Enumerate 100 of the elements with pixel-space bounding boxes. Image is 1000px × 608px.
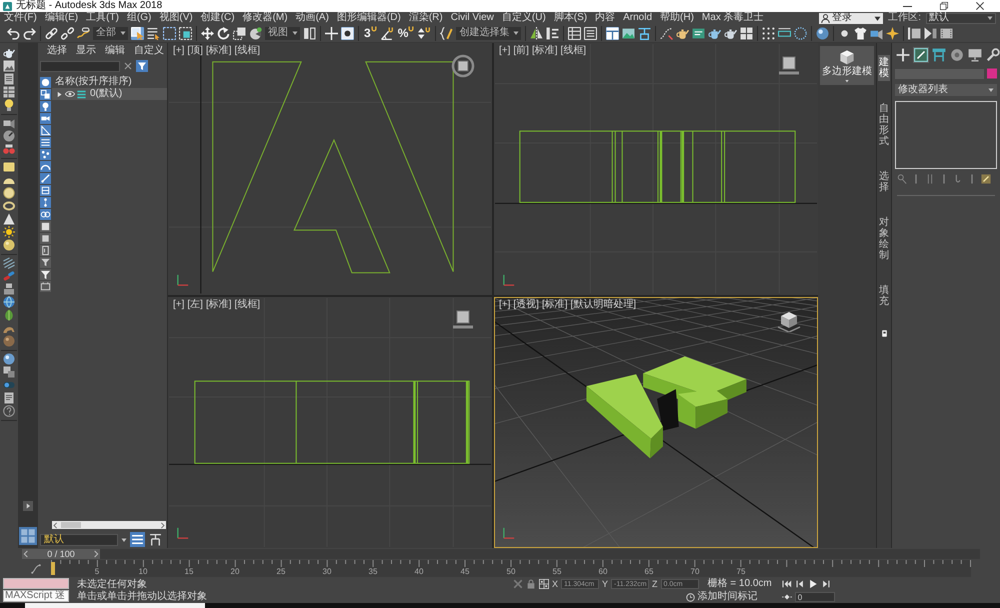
toggle-icon[interactable] (3, 379, 15, 391)
overlapping-squares-icon[interactable] (3, 366, 15, 378)
menu-item[interactable]: 脚本(S) (550, 12, 592, 24)
menu-item[interactable]: 工具(T) (82, 12, 123, 24)
viewport-menu[interactable]: [透视] (513, 298, 539, 310)
angle-icon[interactable] (380, 26, 394, 40)
viewport-menu[interactable]: [标准] (206, 298, 232, 310)
viewport-menu[interactable]: [+] (173, 298, 184, 310)
viewport-menu[interactable]: [左] (187, 298, 203, 310)
braces-pencil-icon[interactable] (440, 26, 454, 40)
teapot-icon[interactable] (676, 26, 690, 40)
list-icon[interactable] (584, 26, 598, 40)
menu-item[interactable]: 内容 (591, 12, 620, 24)
next-frame-icon[interactable] (820, 579, 831, 589)
sun-icon[interactable] (3, 226, 15, 238)
ribbon-tab[interactable]: 对象绘制 (878, 215, 890, 263)
dashed-square-icon[interactable] (179, 26, 192, 40)
pin-icon[interactable] (897, 174, 907, 184)
snap-toggle-button[interactable]: 3 (363, 26, 378, 40)
pencil-square-icon[interactable] (981, 174, 991, 184)
camera-icon[interactable] (40, 113, 50, 124)
wand-icon[interactable] (40, 173, 50, 184)
film-play-icon[interactable] (924, 26, 938, 40)
explorer-menu-item[interactable]: 编辑 (105, 45, 125, 58)
time-slider-track[interactable]: 0 / 100 (22, 549, 980, 559)
viewport-menu[interactable]: [+] (499, 45, 510, 57)
frame-icon[interactable] (40, 281, 50, 292)
viewport-menu[interactable]: [默认明暗处理] (570, 298, 636, 310)
cursor-icon[interactable] (131, 26, 144, 40)
workspace-dropdown[interactable]: 默认 (926, 12, 996, 24)
dotted-circle-icon[interactable] (794, 26, 808, 40)
explorer-menu-item[interactable]: 选择 (47, 45, 67, 58)
document-icon[interactable] (40, 245, 50, 256)
align-icon[interactable] (546, 26, 560, 40)
dotted-grid-icon[interactable] (762, 26, 776, 40)
modifier-stack-list[interactable] (895, 101, 997, 169)
monitor-icon[interactable] (967, 47, 983, 63)
hierarchy-icon[interactable] (638, 26, 652, 40)
dots-icon[interactable] (40, 149, 50, 160)
broken-chain-icon[interactable] (61, 26, 74, 40)
time-slider-thumb[interactable]: 0 / 100 (22, 549, 100, 559)
layer-dropdown[interactable]: 默认 (40, 534, 118, 546)
redo-icon[interactable] (23, 26, 36, 40)
snap-toggle-button[interactable]: % (396, 26, 416, 40)
stripes-icon[interactable] (3, 257, 15, 269)
maxscript-output-field[interactable]: MAXScript 迷 (3, 590, 69, 602)
mirror-icon[interactable] (530, 26, 544, 40)
hierarchy-icon[interactable] (931, 47, 947, 63)
plus-icon[interactable] (895, 47, 911, 63)
layer-row[interactable]: 0(默认) (52, 88, 167, 100)
menu-item[interactable]: 组(G) (122, 12, 156, 24)
toolbar-dropdown[interactable]: 创建选择集 (456, 26, 522, 40)
move-icon[interactable] (201, 26, 214, 40)
view-cube-icon[interactable] (451, 54, 475, 78)
rewind-icon[interactable] (782, 579, 792, 589)
chain-link-icon[interactable] (45, 26, 58, 40)
hierarchy-icon[interactable] (148, 532, 163, 547)
time-marker[interactable] (51, 562, 55, 575)
restore-icon[interactable] (940, 2, 948, 10)
timeline-ruler[interactable]: 5 10 15 20 25 30 35 40 45 50 55 60 65 70 75 (51, 560, 971, 577)
clock-icon[interactable] (686, 592, 695, 602)
expand-arrow-icon[interactable] (56, 90, 63, 98)
teapot-icon[interactable] (708, 26, 722, 40)
menu-item[interactable]: 图形编辑器(D) (332, 12, 405, 24)
menu-item[interactable]: 帮助(H) (656, 12, 698, 24)
viewport-menu[interactable]: [+] (173, 45, 184, 57)
wrench-icon[interactable] (985, 47, 1000, 63)
viewport-menu[interactable]: [标准] (532, 45, 558, 57)
menu-item[interactable]: Max 杀毒卫士 (698, 12, 768, 24)
toolbar-dropdown[interactable]: 全部 (93, 26, 128, 40)
ribbon-tab[interactable]: 选择 (878, 169, 890, 195)
viewport-menu[interactable]: [标准] (542, 298, 568, 310)
layers-icon[interactable] (130, 532, 145, 547)
viewport-menu[interactable]: [顶] (187, 45, 203, 57)
scrollbar-thumb[interactable] (61, 522, 81, 528)
color-swatch-icon[interactable] (987, 68, 997, 79)
table-icon[interactable] (3, 86, 15, 98)
undo-icon[interactable] (7, 26, 20, 40)
rotate-icon[interactable] (217, 26, 230, 40)
wave-link-icon[interactable] (77, 26, 90, 40)
bars-icon[interactable] (303, 26, 316, 40)
menu-item[interactable]: 创建(C) (196, 12, 239, 24)
lock-icon[interactable] (526, 579, 536, 589)
lines-icon[interactable] (40, 137, 50, 148)
help-icon[interactable] (3, 405, 15, 417)
torus-icon[interactable] (3, 200, 15, 212)
toolbar-dropdown[interactable]: 视图 (265, 26, 300, 40)
viewport-menu[interactable]: [线框] (560, 45, 586, 57)
teapot-icon[interactable] (724, 26, 738, 40)
menu-item[interactable]: 编辑(E) (40, 12, 82, 24)
sphere-icon[interactable] (40, 77, 50, 88)
viewport-menu[interactable]: [线框] (234, 45, 260, 57)
light-bulb-icon[interactable] (40, 101, 50, 112)
maxscript-input[interactable] (3, 578, 69, 589)
column-header[interactable]: 名称(按升序排序) (52, 76, 167, 88)
viewport-menu[interactable]: [标准] (206, 45, 232, 57)
menu-item[interactable]: 渲染(R) (404, 12, 447, 24)
dial-icon[interactable] (3, 130, 15, 142)
picture-icon[interactable] (622, 26, 636, 40)
hook-icon[interactable] (953, 174, 963, 184)
